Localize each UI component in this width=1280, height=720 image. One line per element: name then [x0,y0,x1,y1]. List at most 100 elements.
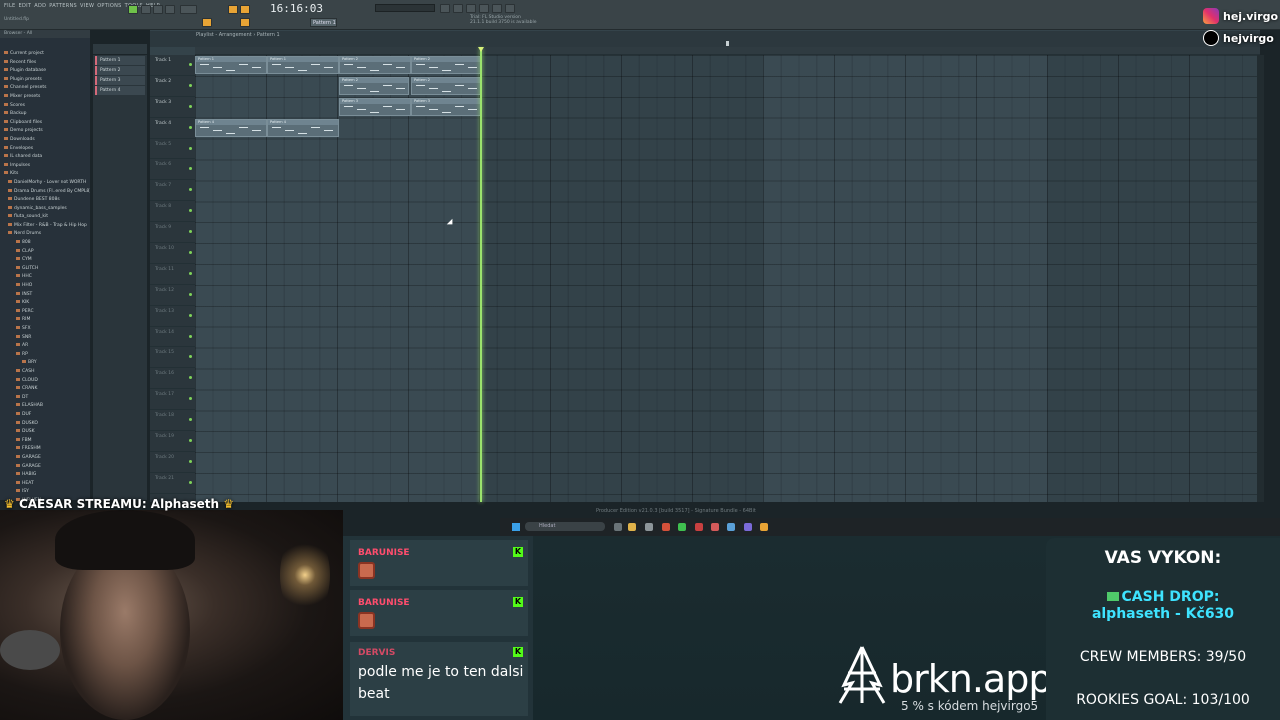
track-mute-icon[interactable] [189,376,192,380]
browser-item[interactable]: DUSKO [0,420,90,429]
pattern-clip[interactable]: Pattern 4 [195,119,267,137]
track-mute-icon[interactable] [189,230,192,234]
browser-item[interactable]: Plugin database [0,67,90,76]
browser-item[interactable]: Kits [0,170,90,179]
browser-item[interactable]: Envelopes [0,145,90,154]
play-button[interactable] [141,5,151,14]
fl-studio-icon[interactable] [760,523,768,531]
browser-item[interactable]: PERC [0,308,90,317]
stop-button[interactable] [153,5,163,14]
piano-roll-icon[interactable] [466,4,476,13]
track-header[interactable]: Track 21 [150,473,195,494]
browser-item[interactable]: ELASHAB [0,402,90,411]
browser-item[interactable]: ISY [0,488,90,497]
browser-item[interactable]: DanielMorhy - Lover not WORTH [0,179,90,188]
store-icon[interactable] [645,523,653,531]
mixer-icon[interactable] [440,4,450,13]
browser-item[interactable]: Downloads [0,136,90,145]
browser-item[interactable]: BRY [0,359,90,368]
track-header[interactable]: Track 5 [150,139,195,160]
track-header[interactable]: Track 6 [150,159,195,181]
pattern-clip[interactable]: Pattern 1 [267,56,339,74]
track-header[interactable]: Track 14 [150,327,195,348]
track-header[interactable]: Track 15 [150,347,195,369]
track-mute-icon[interactable] [189,480,192,484]
browser-item[interactable]: Mix Filter - R&B - Trap & Hip Hop [0,222,90,231]
browser-item[interactable]: RP [0,351,90,360]
track-header[interactable]: Track 1 [150,55,195,76]
explorer-icon[interactable] [628,523,636,531]
pattern-item[interactable]: Pattern 2 [95,66,145,75]
browser-item[interactable]: Recent files [0,59,90,68]
track-mute-icon[interactable] [189,125,192,129]
track-header[interactable]: Track 7 [150,180,195,202]
menu-view[interactable]: VIEW [80,3,94,9]
browser-item[interactable]: Drama Drums (Fl..ered By CMPL8) [0,188,90,197]
pattern-clip[interactable]: Pattern 2 [339,77,409,95]
pattern-song-toggle[interactable] [128,5,138,14]
track-header[interactable]: Track 11 [150,264,195,285]
browser-item[interactable]: Nerd Drums [0,230,90,239]
playhead-triangle-icon[interactable] [478,47,484,52]
vertical-scrollbar[interactable] [1257,55,1264,502]
timeline-ruler[interactable] [195,47,1260,55]
track-mute-icon[interactable] [189,397,192,401]
snap-button[interactable] [202,18,212,27]
browser-item[interactable]: Impulses [0,162,90,171]
menu-add[interactable]: ADD [34,3,46,9]
browser-item[interactable]: HHO [0,282,90,291]
pattern-item[interactable]: Pattern 1 [95,56,145,65]
browser-item[interactable]: SNR [0,334,90,343]
taskbar-search[interactable]: Hledat [525,522,605,531]
browser-item[interactable]: Scores [0,102,90,111]
browser-item[interactable]: GARAGE [0,454,90,463]
track-mute-icon[interactable] [189,439,192,443]
chrome-icon[interactable] [662,523,670,531]
spotify-icon[interactable] [678,523,686,531]
browser-item[interactable]: Channel presets [0,84,90,93]
countdown-button[interactable] [240,5,250,14]
metronome-button[interactable] [228,5,238,14]
browser-item[interactable]: FBM [0,437,90,446]
browser-item[interactable]: Dundene BEST 808s [0,196,90,205]
browser-item[interactable]: DUF [0,411,90,420]
tempo-display[interactable] [180,5,197,14]
track-header[interactable]: Track 16 [150,368,195,390]
browser-item[interactable]: Plugin presets [0,76,90,85]
browser-item[interactable]: HEAT [0,480,90,489]
browser-item[interactable]: RIM [0,316,90,325]
track-header[interactable]: Track 20 [150,452,195,473]
track-mute-icon[interactable] [189,63,192,66]
telegram-icon[interactable] [727,523,735,531]
browser-icon[interactable] [479,4,489,13]
start-icon[interactable] [512,523,520,531]
plugin-db-icon[interactable] [505,4,515,13]
pattern-clip[interactable]: Pattern 2 [411,56,481,74]
arrangement-grid[interactable]: Pattern 1 Pattern 1 Pattern 2 Pattern 2 Patt… [195,55,1260,502]
track-mute-icon[interactable] [189,251,192,255]
pattern-clip[interactable]: Pattern 3 [339,98,411,116]
track-header[interactable]: Track 19 [150,431,195,452]
browser-item[interactable]: Mixer presets [0,93,90,102]
browser-item[interactable]: KIK [0,299,90,308]
browser-item[interactable]: Clipboard files [0,119,90,128]
pattern-clip[interactable]: Pattern 2 [411,77,481,95]
browser-item[interactable]: CLAP [0,248,90,257]
browser-item[interactable]: CYM [0,256,90,265]
browser-item[interactable]: Backup [0,110,90,119]
track-mute-icon[interactable] [189,104,192,108]
pattern-clip[interactable]: Pattern 1 [195,56,267,74]
browser-item[interactable]: INST [0,291,90,300]
browser-item[interactable]: dynamic_bass_samples [0,205,90,214]
app-icon[interactable] [711,523,719,531]
track-mute-icon[interactable] [189,146,192,150]
browser-item[interactable]: GLITCH [0,265,90,274]
browser-item[interactable]: Current project [0,50,90,59]
track-header[interactable]: Track 3 [150,97,195,118]
menu-edit[interactable]: EDIT [19,3,32,9]
playlist-icon[interactable] [492,4,502,13]
pattern-clip[interactable]: Pattern 4 [267,119,339,137]
browser-item[interactable]: 808 [0,239,90,248]
pattern-item[interactable]: Pattern 4 [95,86,145,95]
browser-item[interactable]: AR [0,342,90,351]
